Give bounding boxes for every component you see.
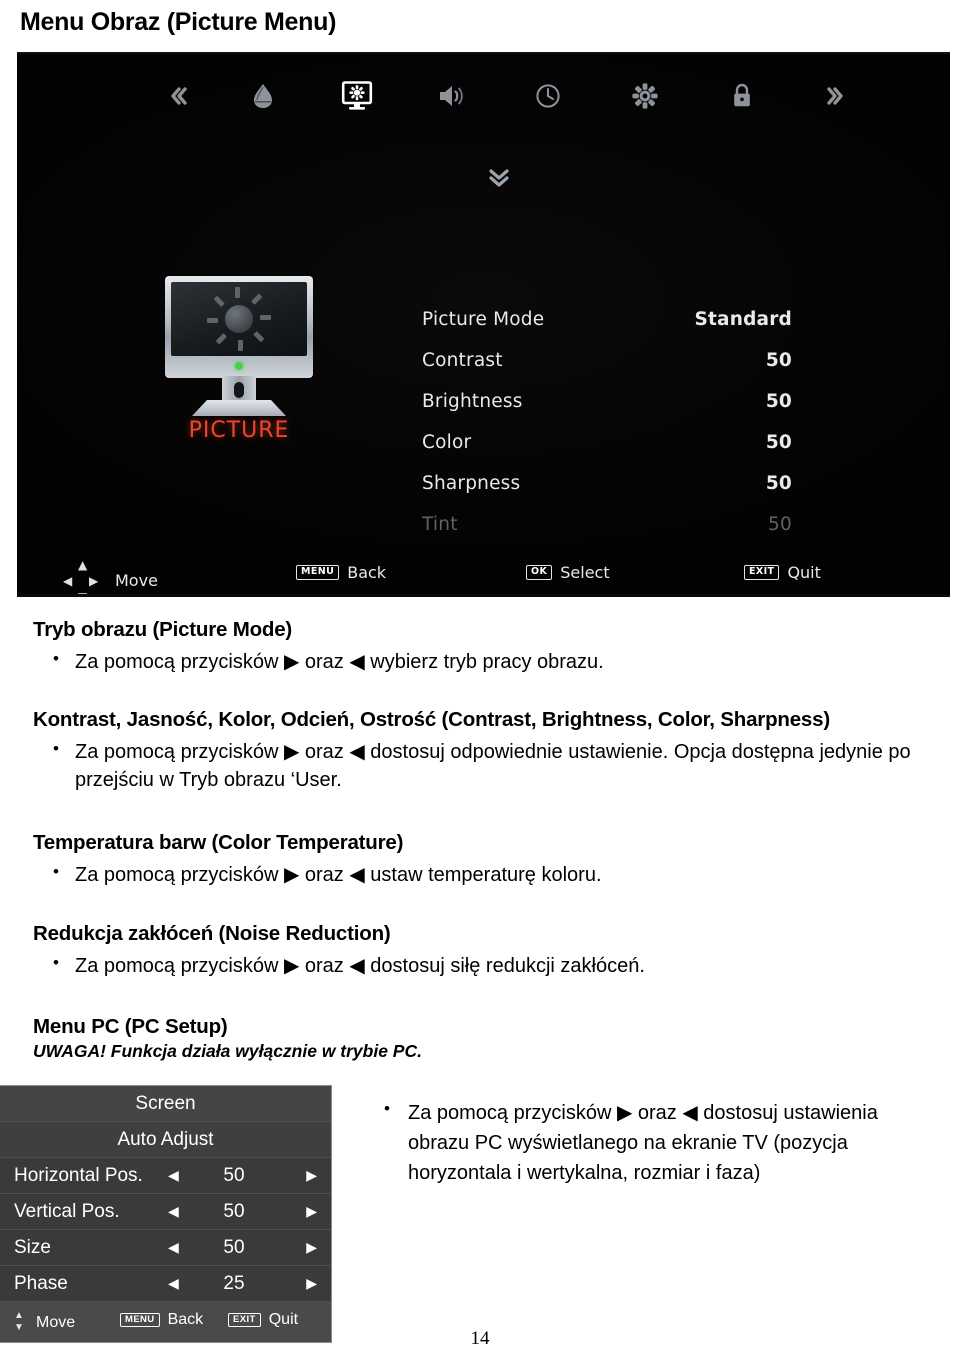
- increment-arrow-icon[interactable]: ▶: [306, 1266, 317, 1301]
- sound-icon[interactable]: [423, 68, 479, 124]
- hint-quit: EXIT Quit: [744, 563, 821, 582]
- section-bullet: Za pomocą przycisków ▶ oraz ◀ dostosuj s…: [33, 951, 931, 980]
- increment-arrow-icon[interactable]: ▶: [306, 1194, 317, 1229]
- osd-icon-bar: [17, 68, 950, 124]
- picture-category-badge: PICTURE: [165, 276, 313, 446]
- pc-osd-row[interactable]: Size ◀ 50 ▶: [0, 1230, 331, 1266]
- osd-row-value: 50: [768, 514, 792, 535]
- page-title: Menu Obraz (Picture Menu): [20, 8, 337, 36]
- pc-osd-row-value: 50: [223, 1237, 245, 1258]
- hint-quit: EXIT Quit: [228, 1311, 298, 1329]
- osd-row-label: Picture Mode: [422, 309, 545, 330]
- page-number: 14: [470, 1328, 490, 1349]
- osd-menu-row[interactable]: Contrast 50: [422, 350, 792, 391]
- section-heading: Temperatura barw (Color Temperature): [33, 831, 404, 854]
- hint-move-label: Move: [115, 570, 158, 590]
- hint-quit-label: Quit: [787, 563, 821, 582]
- monitor-neck: [222, 376, 256, 402]
- tv-osd-screenshot: PICTURE Picture Mode Standard Contrast 5…: [17, 52, 950, 597]
- pc-setup-osd-screenshot: Screen Auto Adjust Horizontal Pos. ◀ 50 …: [0, 1085, 332, 1343]
- section-noise-reduction: Redukcja zakłóceń (Noise Reduction) Za p…: [33, 922, 931, 980]
- osd-row-value: Standard: [694, 309, 792, 330]
- pc-osd-row-value: 50: [223, 1165, 245, 1186]
- section-heading: Menu PC (PC Setup): [33, 1015, 228, 1038]
- pc-osd-row[interactable]: Horizontal Pos. ◀ 50 ▶: [0, 1158, 331, 1194]
- decrement-arrow-icon[interactable]: ◀: [168, 1230, 179, 1265]
- exit-key-icon: EXIT: [744, 565, 780, 580]
- osd-row-label: Color: [422, 432, 472, 453]
- decrement-arrow-icon[interactable]: ◀: [168, 1266, 179, 1301]
- osd-menu-row[interactable]: Sharpness 50: [422, 473, 792, 514]
- pc-osd-title: Screen: [0, 1086, 331, 1122]
- pc-osd-row-label: Size: [14, 1237, 51, 1258]
- source-icon[interactable]: [235, 68, 291, 124]
- chevron-right-icon[interactable]: [807, 68, 863, 124]
- osd-menu-row-disabled: Tint 50: [422, 514, 792, 555]
- pc-osd-row-label: Phase: [14, 1273, 68, 1294]
- monitor-screen: [171, 282, 307, 356]
- dpad-icon: ▲ ▼ ◀ ▶: [63, 558, 99, 597]
- section-bullet: Za pomocą przycisków ▶ oraz ◀ ustaw temp…: [33, 860, 931, 889]
- setup-icon[interactable]: [617, 68, 673, 124]
- osd-hint-bar: ▲ ▼ ◀ ▶ Move MENU Back OK Select EXIT Quit: [61, 553, 940, 597]
- menu-key-icon: MENU: [296, 565, 340, 580]
- section-contrast-group: Kontrast, Jasność, Kolor, Odcień, Ostroś…: [33, 708, 931, 795]
- section-heading: Redukcja zakłóceń (Noise Reduction): [33, 922, 391, 945]
- pc-osd-row[interactable]: Vertical Pos. ◀ 50 ▶: [0, 1194, 331, 1230]
- exit-key-icon: EXIT: [228, 1312, 261, 1328]
- osd-menu-row[interactable]: Color 50: [422, 432, 792, 473]
- lock-icon[interactable]: [714, 68, 770, 124]
- pc-osd-row-value: 50: [223, 1201, 245, 1222]
- osd-menu-row[interactable]: Brightness 50: [422, 391, 792, 432]
- hint-back: MENU Back: [120, 1311, 203, 1329]
- section-heading: Tryb obrazu (Picture Mode): [33, 618, 293, 641]
- increment-arrow-icon[interactable]: ▶: [306, 1230, 317, 1265]
- osd-menu-row[interactable]: Picture Mode Standard: [422, 309, 792, 350]
- hint-select-label: Select: [560, 563, 610, 582]
- hint-move: ▲ ▼ ◀ ▶ Move: [61, 558, 158, 597]
- pc-osd-row-label: Horizontal Pos.: [14, 1165, 143, 1186]
- hint-back-label: Back: [167, 1311, 204, 1328]
- picture-icon[interactable]: [329, 68, 385, 124]
- section-picture-mode: Tryb obrazu (Picture Mode) Za pomocą prz…: [33, 618, 931, 676]
- power-led: [235, 362, 243, 370]
- osd-row-label: Contrast: [422, 350, 503, 371]
- menu-key-icon: MENU: [120, 1312, 160, 1328]
- section-pc-menu-bullet: Za pomocą przycisków ▶ oraz ◀ dostosuj u…: [372, 1096, 932, 1188]
- osd-row-value: 50: [765, 391, 792, 412]
- decrement-arrow-icon[interactable]: ◀: [168, 1194, 179, 1229]
- increment-arrow-icon[interactable]: ▶: [306, 1158, 317, 1193]
- osd-row-value: 50: [765, 432, 792, 453]
- section-heading: Kontrast, Jasność, Kolor, Odcień, Ostroś…: [33, 708, 830, 731]
- section-note: UWAGA! Funkcja działa wyłącznie w trybie…: [33, 1041, 422, 1061]
- osd-menu-list: Picture Mode Standard Contrast 50 Bright…: [422, 309, 792, 555]
- ok-key-icon: OK: [526, 565, 553, 580]
- hint-select: OK Select: [526, 563, 610, 582]
- pc-osd-auto-adjust[interactable]: Auto Adjust: [0, 1122, 331, 1158]
- section-bullet: Za pomocą przycisków ▶ oraz ◀ dostosuj o…: [33, 737, 931, 795]
- osd-row-label: Sharpness: [422, 473, 521, 494]
- hint-quit-label: Quit: [268, 1311, 299, 1328]
- osd-row-value: 50: [765, 473, 792, 494]
- decrement-arrow-icon[interactable]: ◀: [168, 1158, 179, 1193]
- pc-osd-row-label: Vertical Pos.: [14, 1201, 120, 1222]
- section-color-temperature: Temperatura barw (Color Temperature) Za …: [33, 831, 931, 889]
- pc-osd-row-value: 25: [223, 1273, 245, 1294]
- section-bullet: Za pomocą przycisków ▶ oraz ◀ wybierz tr…: [33, 647, 931, 676]
- picture-badge-label: PICTURE: [188, 418, 290, 443]
- time-icon[interactable]: [520, 68, 576, 124]
- hint-back-label: Back: [347, 563, 387, 582]
- scroll-down-icon[interactable]: [469, 166, 529, 196]
- osd-row-label: Tint: [422, 514, 458, 535]
- monitor-base: [192, 400, 286, 416]
- section-pc-menu: Menu PC (PC Setup) UWAGA! Funkcja działa…: [33, 1015, 931, 1062]
- osd-row-label: Brightness: [422, 391, 523, 412]
- hint-back: MENU Back: [296, 563, 386, 582]
- chevron-left-icon[interactable]: [149, 68, 205, 124]
- osd-row-value: 50: [765, 350, 792, 371]
- pc-osd-row[interactable]: Phase ◀ 25 ▶: [0, 1266, 331, 1302]
